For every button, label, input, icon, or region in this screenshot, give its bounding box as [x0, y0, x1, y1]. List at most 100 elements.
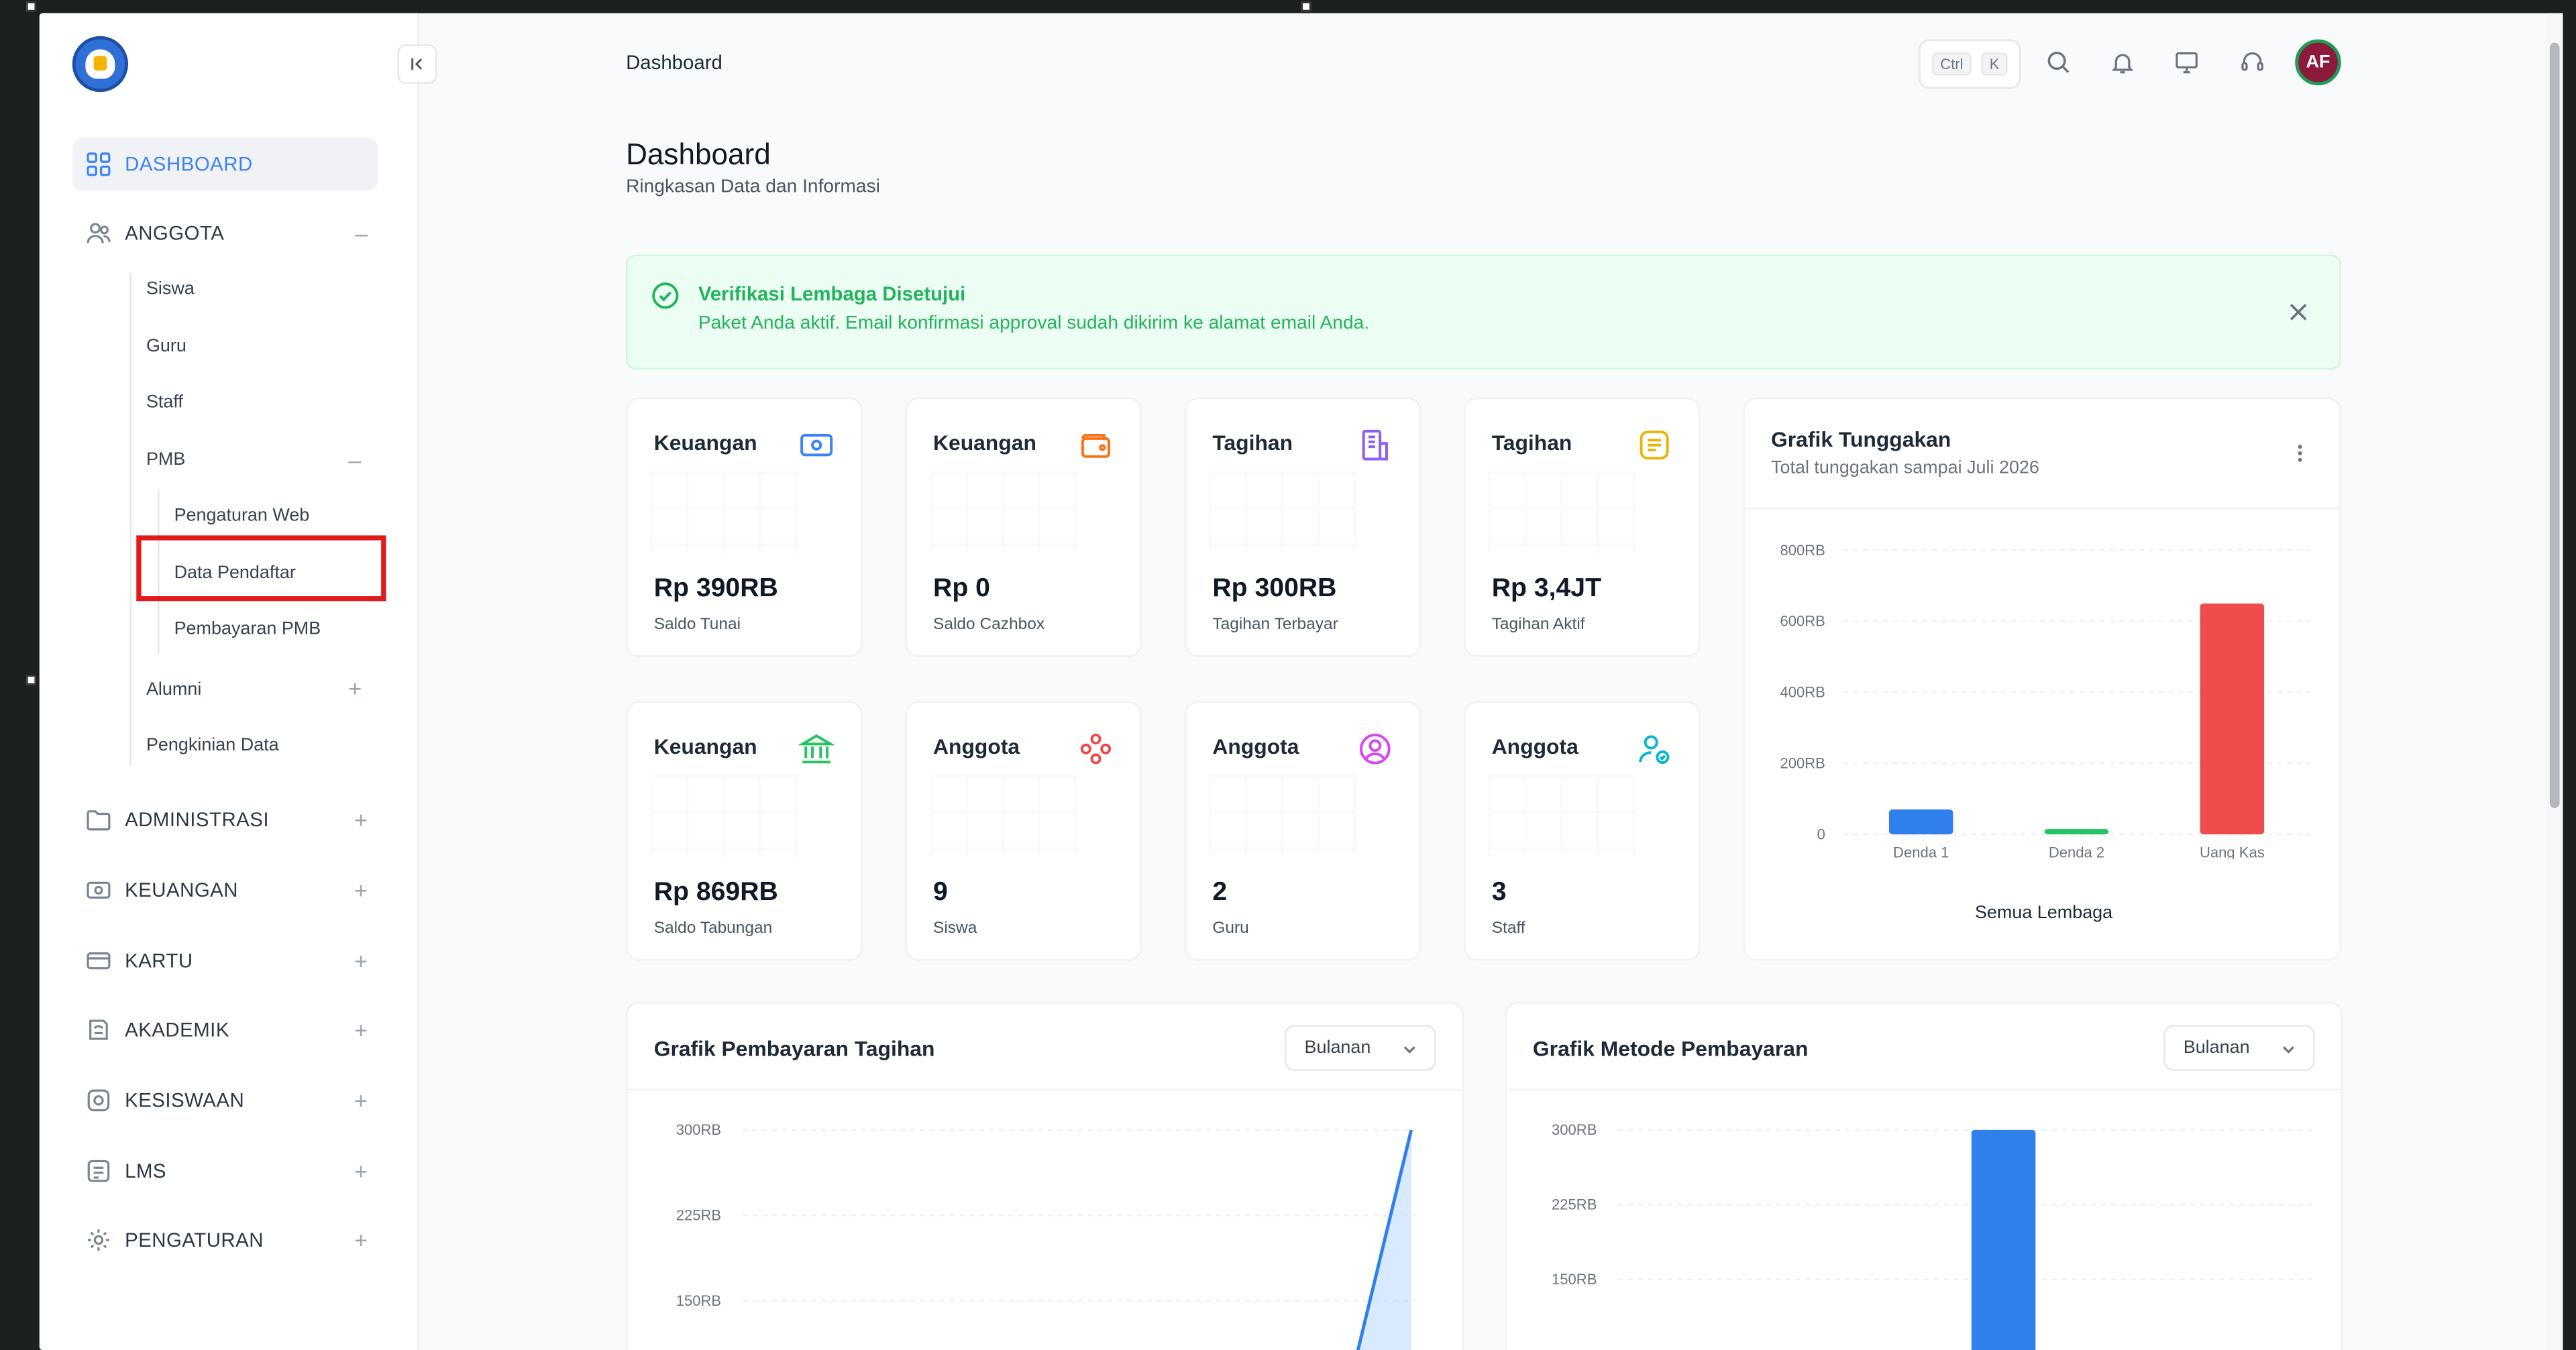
- panel-title: Grafik Tunggakan: [1771, 427, 1951, 452]
- pembayaran-panel: Grafik Pembayaran Tagihan Bulanan 300RB 2…: [626, 1001, 1464, 1350]
- user-circle-icon: [1360, 733, 1391, 765]
- divider: [627, 1088, 1462, 1091]
- nav-pengaturan[interactable]: PENGATURAN +: [72, 1214, 378, 1266]
- lms-icon: [87, 1160, 110, 1182]
- pembayaran-chart: 300RB 225RB 150RB: [676, 1121, 1417, 1350]
- card-title: Keuangan: [653, 430, 757, 455]
- resize-handle-top-center[interactable]: [1301, 1, 1311, 12]
- expand-icon[interactable]: +: [354, 1017, 368, 1043]
- x-tick-label: Denda 2: [2049, 844, 2104, 858]
- expand-icon[interactable]: +: [354, 877, 368, 903]
- nav-anggota[interactable]: ANGGOTA –: [72, 207, 378, 260]
- select-value: Bulanan: [1304, 1037, 1371, 1058]
- collapse-icon[interactable]: –: [348, 447, 361, 473]
- app-logo[interactable]: [72, 36, 129, 93]
- panel-subtitle: Total tunggakan sampai Juli 2026: [1771, 458, 2039, 478]
- group-icon: [1080, 734, 1112, 765]
- stat-card[interactable]: Anggota 9 Siswa: [905, 701, 1142, 961]
- nav-lms[interactable]: LMS +: [72, 1145, 378, 1197]
- expand-icon[interactable]: +: [354, 1227, 368, 1253]
- expand-icon[interactable]: +: [354, 806, 368, 832]
- stat-card[interactable]: Tagihan Rp 300RB Tagihan Terbayar: [1184, 397, 1421, 657]
- user-avatar[interactable]: AF: [2295, 39, 2341, 86]
- period-select[interactable]: Bulanan: [2163, 1025, 2315, 1071]
- nav-kesiswaan[interactable]: KESISWAAN +: [72, 1074, 378, 1127]
- stat-card[interactable]: Keuangan Rp 869RB Saldo Tabungan: [626, 701, 863, 961]
- nav-administrasi[interactable]: ADMINISTRASI +: [72, 793, 378, 846]
- card-title: Anggota: [933, 734, 1020, 759]
- stat-card[interactable]: Keuangan Rp 0 Saldo Cazhbox: [905, 397, 1142, 657]
- nav-dashboard[interactable]: DASHBOARD: [72, 137, 378, 191]
- resize-handle-top-left[interactable]: [26, 1, 36, 12]
- card-icon: [87, 952, 111, 970]
- card-value: 3: [1491, 879, 1507, 907]
- sidebar: DASHBOARD ANGGOTA – Siswa Guru Staff PMB…: [39, 13, 419, 1350]
- nav-label: ANGGOTA: [125, 221, 225, 245]
- tunggakan-chart: 0 200RB 400RB 600RB 800RB Denda 1 Denda 2 Uang …: [1780, 542, 2310, 859]
- check-circle-icon: [652, 282, 679, 309]
- card-subtitle: Siswa: [933, 919, 977, 938]
- card-title: Tagihan: [1491, 430, 1572, 455]
- cash-icon: [800, 434, 833, 457]
- bill-icon: [1640, 431, 1669, 460]
- nav-siswa[interactable]: Siswa: [146, 279, 195, 298]
- nav-keuangan[interactable]: KEUANGAN +: [72, 864, 378, 916]
- kbd-ctrl: Ctrl: [1931, 52, 1972, 76]
- scrollbar-thumb[interactable]: [2549, 42, 2560, 808]
- bell-icon[interactable]: [2110, 49, 2136, 75]
- nav-label: AKADEMIK: [125, 1018, 229, 1042]
- close-icon[interactable]: [2287, 300, 2310, 323]
- card-value: Rp 390RB: [653, 575, 778, 603]
- app-window: DASHBOARD ANGGOTA – Siswa Guru Staff PMB…: [39, 13, 2563, 1350]
- card-value: Rp 869RB: [653, 879, 778, 907]
- stat-card[interactable]: Tagihan Rp 3,4JT Tagihan Aktif: [1464, 397, 1701, 657]
- nav-alumni[interactable]: Alumni: [146, 680, 201, 699]
- nav-pembayaran-pmb[interactable]: Pembayaran PMB: [174, 619, 321, 638]
- y-tick-label: 225RB: [676, 1207, 721, 1224]
- search-shortcut[interactable]: Ctrl K: [1919, 39, 2021, 89]
- nav-staff[interactable]: Staff: [146, 392, 183, 412]
- y-tick-label: 150RB: [1552, 1271, 1597, 1288]
- monitor-icon[interactable]: [2174, 49, 2200, 75]
- y-tick-label: 800RB: [1780, 542, 1825, 559]
- nav-kartu[interactable]: KARTU +: [72, 934, 378, 987]
- more-vertical-icon[interactable]: [2288, 442, 2311, 465]
- expand-icon[interactable]: +: [354, 948, 368, 974]
- stat-card[interactable]: Anggota 2 Guru: [1184, 701, 1421, 961]
- resize-handle-left-center[interactable]: [26, 675, 36, 685]
- expand-icon[interactable]: +: [348, 675, 362, 701]
- panel-title: Grafik Metode Pembayaran: [1532, 1036, 1809, 1062]
- card-subtitle: Tagihan Aktif: [1491, 616, 1585, 634]
- card-title: Anggota: [1212, 734, 1299, 759]
- chart-footer: Semua Lembaga: [1974, 903, 2113, 923]
- breadcrumb: Dashboard: [626, 50, 722, 74]
- wallet-icon: [1081, 434, 1111, 458]
- nav-pengaturan-web[interactable]: Pengaturan Web: [174, 506, 310, 525]
- page-scrollbar[interactable]: [2546, 13, 2563, 1350]
- nav-pmb[interactable]: PMB: [146, 450, 185, 469]
- collapse-icon[interactable]: –: [355, 220, 368, 246]
- card-pattern: [650, 775, 799, 858]
- nav-pengkinian-data[interactable]: Pengkinian Data: [146, 736, 279, 755]
- sidebar-collapse-button[interactable]: [397, 44, 437, 84]
- bank-icon: [798, 734, 835, 764]
- card-subtitle: Saldo Tabungan: [653, 919, 773, 938]
- stat-card[interactable]: Keuangan Rp 390RB Saldo Tunai: [626, 397, 863, 657]
- expand-icon[interactable]: +: [354, 1158, 368, 1184]
- support-icon[interactable]: [2239, 49, 2265, 75]
- expand-icon[interactable]: +: [354, 1087, 368, 1113]
- period-select[interactable]: Bulanan: [1285, 1025, 1436, 1071]
- nav-akademik[interactable]: AKADEMIK +: [72, 1003, 378, 1056]
- search-icon[interactable]: [2045, 49, 2072, 75]
- nav-guru[interactable]: Guru: [146, 337, 186, 356]
- nav-label: PENGATURAN: [125, 1228, 264, 1252]
- bar: [2044, 829, 2109, 835]
- divider: [1744, 507, 2340, 510]
- stat-card[interactable]: Anggota 3 Staff: [1464, 701, 1701, 961]
- academic-icon: [89, 1019, 108, 1040]
- x-tick-label: Denda 1: [1893, 844, 1949, 858]
- chevron-down-icon: [1403, 1046, 1415, 1054]
- divider: [1506, 1088, 2341, 1091]
- card-title: Keuangan: [933, 430, 1036, 455]
- y-tick-label: 600RB: [1780, 613, 1825, 630]
